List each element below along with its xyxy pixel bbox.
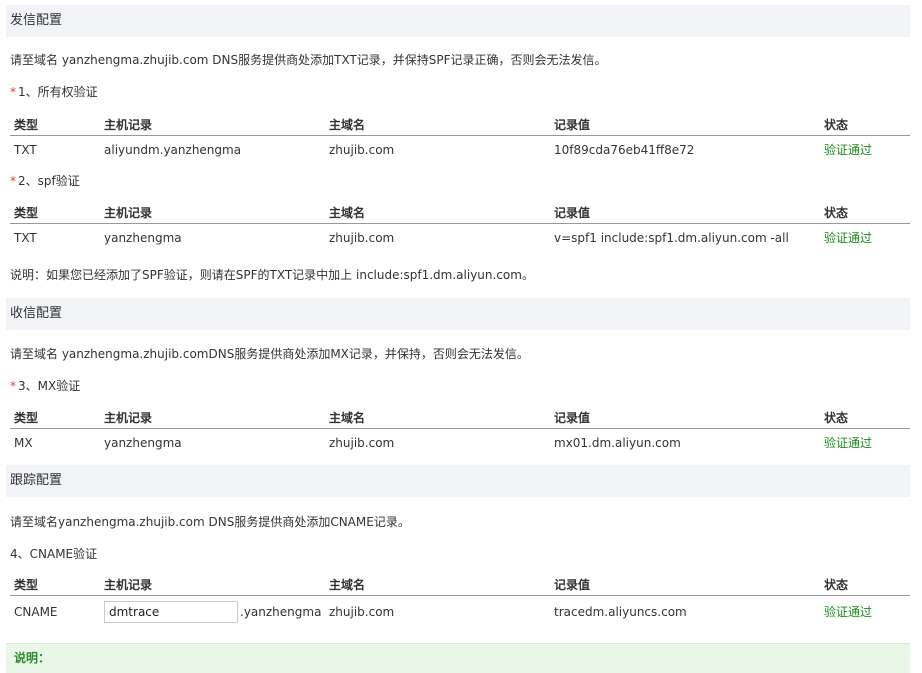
cname-host-input[interactable] (104, 601, 238, 623)
col-value: 记录值 (554, 407, 590, 429)
table-row: CNAME .yanzhengma zhujib.com tracedm.ali… (10, 599, 910, 625)
record-type: MX (14, 430, 33, 456)
col-type: 类型 (14, 574, 38, 596)
table-header: 类型 主机记录 主域名 记录值 状态 (10, 574, 910, 596)
step2-label-text: 2、spf验证 (18, 174, 80, 188)
record-value: v=spf1 include:spf1.dm.aliyun.com -all (554, 225, 789, 251)
col-type: 类型 (14, 407, 38, 429)
col-value: 记录值 (554, 202, 590, 224)
spf-note: 说明：如果您已经添加了SPF验证，则请在SPF的TXT记录中加上 include… (10, 266, 534, 283)
track-intro-text: 请至域名yanzhengma.zhujib.com DNS服务提供商处添加CNA… (10, 513, 410, 530)
step4-label: 4、CNAME验证 (10, 545, 97, 562)
col-domain: 主域名 (329, 202, 365, 224)
col-value: 记录值 (554, 114, 590, 136)
col-host: 主机记录 (104, 574, 152, 596)
table-header: 类型 主机记录 主域名 记录值 状态 (10, 407, 910, 429)
required-star: * (10, 174, 16, 188)
record-host: yanzhengma (104, 430, 182, 456)
record-type: TXT (14, 137, 37, 163)
required-star: * (10, 85, 16, 99)
required-star: * (10, 379, 16, 393)
col-status: 状态 (824, 202, 848, 224)
status-verified: 验证通过 (824, 599, 872, 625)
table-header: 类型 主机记录 主域名 记录值 状态 (10, 114, 910, 136)
record-host: yanzhengma (104, 225, 182, 251)
step3-label: *3、MX验证 (10, 377, 80, 394)
receive-intro-text: 请至域名 yanzhengma.zhujib.comDNS服务提供商处添加MX记… (10, 345, 529, 362)
status-verified: 验证通过 (824, 430, 872, 456)
step3-label-text: 3、MX验证 (18, 379, 80, 393)
col-domain: 主域名 (329, 407, 365, 429)
record-value: mx01.dm.aliyun.com (554, 430, 681, 456)
step1-label: *1、所有权验证 (10, 83, 98, 100)
record-domain: zhujib.com (329, 599, 394, 625)
record-domain: zhujib.com (329, 225, 394, 251)
record-value: tracedm.aliyuncs.com (554, 599, 687, 625)
table-header: 类型 主机记录 主域名 记录值 状态 (10, 202, 910, 224)
record-value: 10f89cda76eb41ff8e72 (554, 137, 694, 163)
col-host: 主机记录 (104, 114, 152, 136)
col-host: 主机记录 (104, 202, 152, 224)
cname-host-suffix: .yanzhengma (240, 599, 321, 625)
col-status: 状态 (824, 574, 848, 596)
col-status: 状态 (824, 407, 848, 429)
col-domain: 主域名 (329, 114, 365, 136)
status-verified: 验证通过 (824, 137, 872, 163)
send-intro-text: 请至域名 yanzhengma.zhujib.com DNS服务提供商处添加TX… (10, 51, 607, 68)
record-host: aliyundm.yanzhengma (104, 137, 241, 163)
record-type: CNAME (14, 599, 58, 625)
status-verified: 验证通过 (824, 225, 872, 251)
table-row: TXT yanzhengma zhujib.com v=spf1 include… (10, 225, 910, 251)
col-value: 记录值 (554, 574, 590, 596)
receive-config-header: 收信配置 (6, 298, 910, 330)
note-title: 说明： (14, 651, 50, 665)
col-type: 类型 (14, 202, 38, 224)
table-row: TXT aliyundm.yanzhengma zhujib.com 10f89… (10, 137, 910, 163)
track-config-header: 跟踪配置 (6, 465, 910, 497)
table-row: MX yanzhengma zhujib.com mx01.dm.aliyun.… (10, 430, 910, 456)
send-config-header: 发信配置 (6, 5, 910, 37)
record-type: TXT (14, 225, 37, 251)
record-domain: zhujib.com (329, 430, 394, 456)
record-domain: zhujib.com (329, 137, 394, 163)
step1-label-text: 1、所有权验证 (18, 85, 98, 99)
note-box: 说明： (6, 643, 910, 673)
col-domain: 主域名 (329, 574, 365, 596)
col-type: 类型 (14, 114, 38, 136)
col-host: 主机记录 (104, 407, 152, 429)
step2-label: *2、spf验证 (10, 172, 80, 189)
col-status: 状态 (824, 114, 848, 136)
